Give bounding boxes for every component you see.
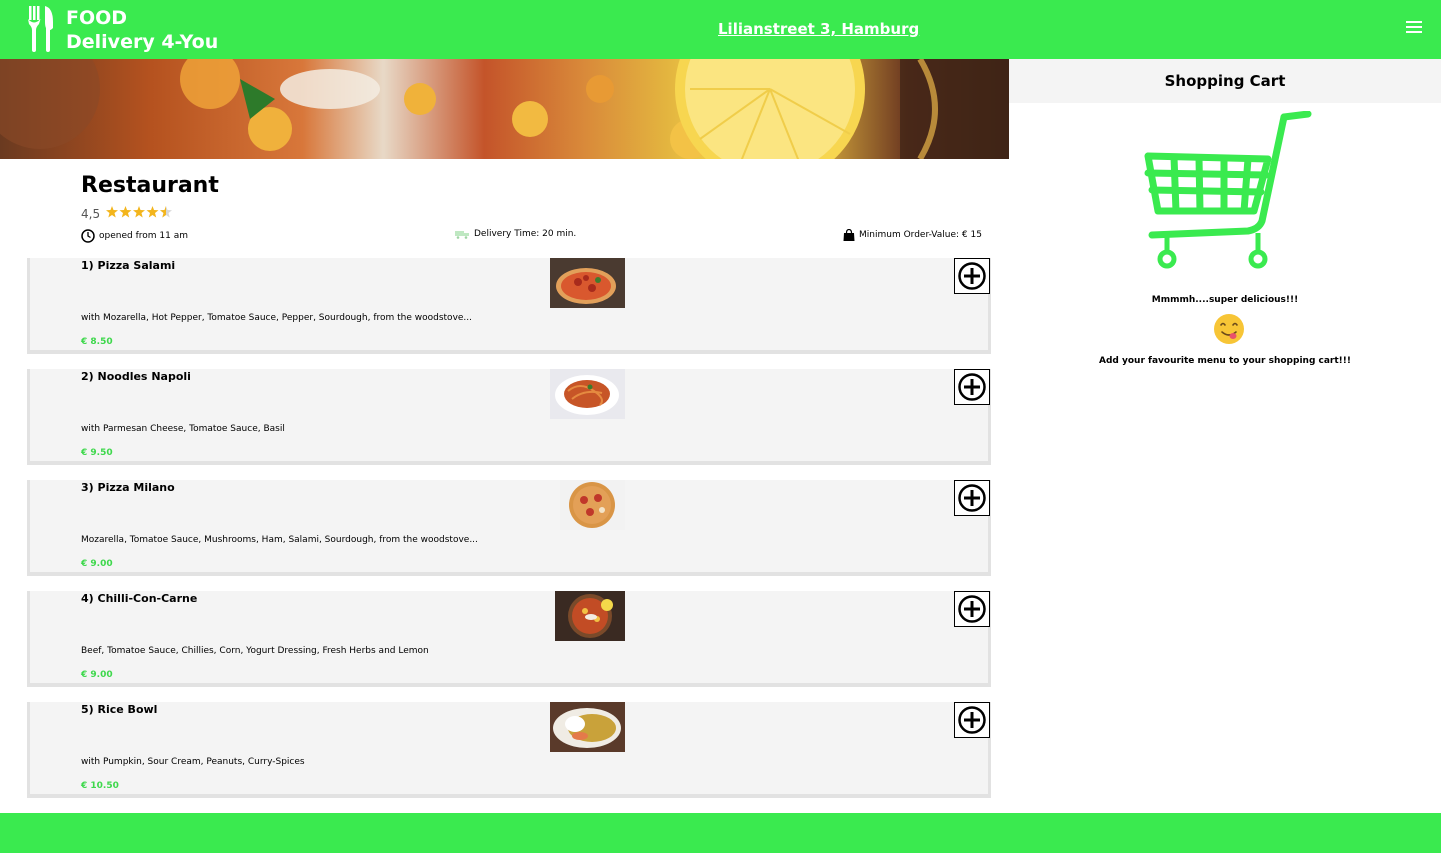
delivery-truck-icon bbox=[455, 230, 469, 239]
brand-line2: Delivery 4-You bbox=[66, 31, 219, 53]
cart-message-delicious: Mmmmh....super delicious!!! bbox=[1151, 295, 1299, 305]
plus-circle-icon bbox=[958, 373, 986, 401]
menu-item-description: with Mozarella, Hot Pepper, Tomatoe Sauc… bbox=[81, 313, 473, 323]
delivery-address-link[interactable]: Lilianstreet 3, Hamburg bbox=[718, 20, 919, 38]
pizza-salami-image bbox=[550, 258, 625, 308]
menu-item[interactable]: 5) Rice Bowl with Pumpkin, Sour Cream, P… bbox=[27, 702, 991, 798]
clock-icon bbox=[81, 229, 95, 243]
add-to-cart-button[interactable] bbox=[954, 702, 990, 738]
menu-item-price: € 10.50 bbox=[81, 781, 119, 791]
shopping-cart-panel: Shopping Cart Mmmmh....super delicious!!… bbox=[1009, 59, 1441, 813]
restaurant-name: Restaurant bbox=[81, 173, 219, 198]
menu-item[interactable]: 1) Pizza Salami with Mozarella, Hot Pepp… bbox=[27, 258, 991, 354]
shopping-cart-icon bbox=[1144, 111, 1312, 269]
menu-item-price: € 9.50 bbox=[81, 448, 113, 458]
brand-line1: FOOD bbox=[66, 7, 128, 29]
hero-banner-image bbox=[0, 59, 1009, 159]
menu-item[interactable]: 3) Pizza Milano Mozarella, Tomatoe Sauce… bbox=[27, 480, 991, 576]
noodles-napoli-image bbox=[550, 369, 625, 419]
rating-value: 4,5 bbox=[81, 206, 101, 221]
menu-item-description: with Parmesan Cheese, Tomatoe Sauce, Bas… bbox=[81, 424, 285, 434]
menu-item-price: € 8.50 bbox=[81, 337, 113, 347]
add-to-cart-button[interactable] bbox=[954, 480, 990, 516]
menu-item-name: 2) Noodles Napoli bbox=[81, 370, 191, 383]
plus-circle-icon bbox=[958, 595, 986, 623]
menu-item-price: € 9.00 bbox=[81, 670, 113, 680]
menu-item-name: 4) Chilli-Con-Carne bbox=[81, 592, 198, 605]
brand-logo[interactable]: FOOD Delivery 4-You bbox=[27, 6, 218, 54]
menu-item-name: 5) Rice Bowl bbox=[81, 703, 158, 716]
delivery-time-text: Delivery Time: 20 min. bbox=[474, 229, 577, 239]
menu-item[interactable]: 4) Chilli-Con-Carne Beef, Tomatoe Sauce,… bbox=[27, 591, 991, 687]
menu-item-description: with Pumpkin, Sour Cream, Peanuts, Curry… bbox=[81, 757, 305, 767]
yum-face-emoji bbox=[1214, 314, 1244, 344]
opening-hours-text: opened from 11 am bbox=[99, 231, 188, 241]
menu-list: 1) Pizza Salami with Mozarella, Hot Pepp… bbox=[27, 258, 991, 813]
add-to-cart-button[interactable] bbox=[954, 258, 990, 294]
fork-knife-icon bbox=[28, 6, 53, 52]
menu-item[interactable]: 2) Noodles Napoli with Parmesan Cheese, … bbox=[27, 369, 991, 465]
plus-circle-icon bbox=[958, 262, 986, 290]
plus-circle-icon bbox=[958, 484, 986, 512]
pizza-milano-image bbox=[560, 480, 625, 530]
star-rating-icon bbox=[106, 206, 174, 221]
top-header: FOOD Delivery 4-You Lilianstreet 3, Hamb… bbox=[0, 0, 1441, 59]
minimum-order: Minimum Order-Value: € 15 bbox=[843, 229, 982, 241]
restaurant-rating: 4,5 bbox=[81, 206, 174, 221]
hamburger-menu-icon[interactable] bbox=[1406, 21, 1422, 35]
menu-item-name: 1) Pizza Salami bbox=[81, 259, 176, 272]
plus-circle-icon bbox=[958, 706, 986, 734]
menu-item-price: € 9.00 bbox=[81, 559, 113, 569]
chilli-con-carne-image bbox=[555, 591, 625, 641]
menu-item-description: Beef, Tomatoe Sauce, Chillies, Corn, Yog… bbox=[81, 646, 429, 656]
shopping-bag-icon bbox=[843, 229, 855, 241]
menu-item-name: 3) Pizza Milano bbox=[81, 481, 175, 494]
shopping-cart-title: Shopping Cart bbox=[1009, 59, 1441, 103]
opening-hours: opened from 11 am bbox=[81, 229, 188, 243]
rice-bowl-image bbox=[550, 702, 625, 752]
add-to-cart-button[interactable] bbox=[954, 591, 990, 627]
menu-item-description: Mozarella, Tomatoe Sauce, Mushrooms, Ham… bbox=[81, 535, 478, 545]
page-footer bbox=[0, 813, 1441, 853]
minimum-order-text: Minimum Order-Value: € 15 bbox=[859, 230, 982, 240]
cart-message-add: Add your favourite menu to your shopping… bbox=[1099, 356, 1351, 366]
delivery-time: Delivery Time: 20 min. bbox=[455, 229, 576, 239]
add-to-cart-button[interactable] bbox=[954, 369, 990, 405]
